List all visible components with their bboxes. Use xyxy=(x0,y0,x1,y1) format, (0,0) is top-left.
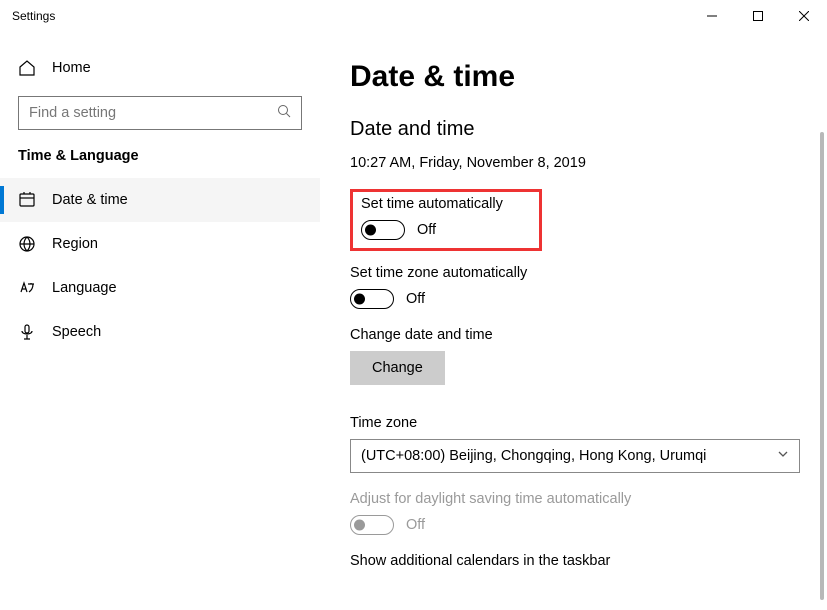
home-icon xyxy=(18,59,36,77)
set-tz-auto-state: Off xyxy=(406,291,425,307)
tz-dropdown[interactable]: (UTC+08:00) Beijing, Chongqing, Hong Kon… xyxy=(350,439,800,473)
sidebar-item-date-time[interactable]: Date & time xyxy=(0,178,320,222)
change-button[interactable]: Change xyxy=(350,351,445,385)
nav-list: Date & time Region Language Speech xyxy=(0,178,320,354)
close-button[interactable] xyxy=(781,0,827,32)
title-bar: Settings xyxy=(0,0,827,32)
sidebar-item-speech[interactable]: Speech xyxy=(0,310,320,354)
section-title: Time & Language xyxy=(0,148,320,164)
page-title: Date & time xyxy=(350,60,797,94)
search-input[interactable] xyxy=(18,96,302,130)
sidebar-item-label: Date & time xyxy=(52,192,128,208)
home-label: Home xyxy=(52,60,91,76)
window-controls xyxy=(689,0,827,32)
dst-toggle xyxy=(350,515,394,535)
sidebar-item-language[interactable]: Language xyxy=(0,266,320,310)
scrollbar[interactable] xyxy=(820,132,824,600)
clock-icon xyxy=(18,191,36,209)
tz-value: (UTC+08:00) Beijing, Chongqing, Hong Kon… xyxy=(361,448,706,464)
set-tz-auto-toggle[interactable] xyxy=(350,289,394,309)
minimize-button[interactable] xyxy=(689,0,735,32)
sidebar-item-label: Region xyxy=(52,236,98,252)
search-field[interactable] xyxy=(29,105,277,121)
sidebar-item-label: Language xyxy=(52,280,117,296)
window-title: Settings xyxy=(12,9,689,23)
search-icon xyxy=(277,104,291,123)
dst-state: Off xyxy=(406,517,425,533)
sidebar-item-label: Speech xyxy=(52,324,101,340)
tz-label: Time zone xyxy=(350,415,797,431)
section-heading: Date and time xyxy=(350,118,797,141)
dst-label: Adjust for daylight saving time automati… xyxy=(350,491,797,507)
current-datetime: 10:27 AM, Friday, November 8, 2019 xyxy=(350,155,797,171)
home-nav[interactable]: Home xyxy=(0,48,320,88)
highlighted-annotation: Set time automatically Off xyxy=(350,189,542,251)
content: Date & time Date and time 10:27 AM, Frid… xyxy=(320,32,827,610)
sidebar: Home Time & Language Date & time xyxy=(0,32,320,610)
set-time-auto-state: Off xyxy=(417,222,436,238)
set-time-auto-label: Set time automatically xyxy=(361,196,531,212)
globe-icon xyxy=(18,235,36,253)
additional-calendars-label: Show additional calendars in the taskbar xyxy=(350,553,797,569)
language-icon xyxy=(18,279,36,297)
microphone-icon xyxy=(18,323,36,341)
change-dt-label: Change date and time xyxy=(350,327,797,343)
chevron-down-icon xyxy=(777,448,789,464)
set-tz-auto-label: Set time zone automatically xyxy=(350,265,797,281)
set-time-auto-toggle[interactable] xyxy=(361,220,405,240)
sidebar-item-region[interactable]: Region xyxy=(0,222,320,266)
maximize-button[interactable] xyxy=(735,0,781,32)
